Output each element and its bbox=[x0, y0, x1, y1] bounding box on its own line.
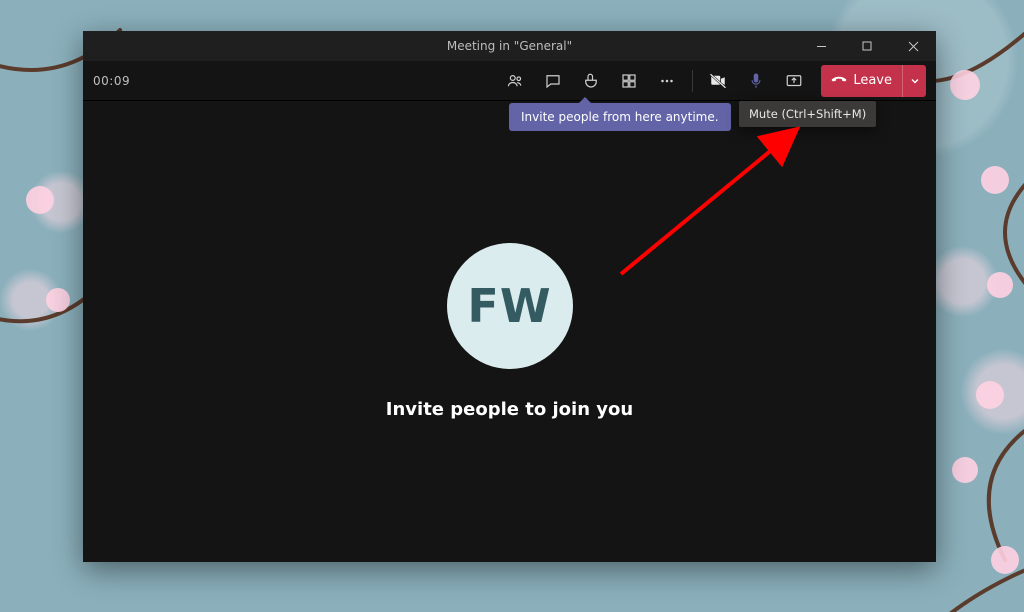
participants-button[interactable] bbox=[498, 64, 532, 98]
hang-up-icon bbox=[831, 71, 847, 91]
window-controls bbox=[798, 31, 936, 61]
meeting-toolbar: 00:09 bbox=[83, 61, 936, 101]
invite-callout-text: Invite people from here anytime. bbox=[521, 110, 719, 124]
meeting-window: Meeting in "General" 00:09 bbox=[83, 31, 936, 562]
window-titlebar: Meeting in "General" bbox=[83, 31, 936, 61]
reactions-button[interactable] bbox=[574, 64, 608, 98]
invite-message: Invite people to join you bbox=[386, 399, 633, 420]
chat-button[interactable] bbox=[536, 64, 570, 98]
rooms-button[interactable] bbox=[612, 64, 646, 98]
mute-tooltip-text: Mute (Ctrl+Shift+M) bbox=[749, 107, 866, 121]
more-actions-button[interactable] bbox=[650, 64, 684, 98]
window-maximize-button[interactable] bbox=[844, 31, 890, 61]
microphone-toggle-button[interactable] bbox=[739, 64, 773, 98]
window-close-button[interactable] bbox=[890, 31, 936, 61]
share-screen-button[interactable] bbox=[777, 64, 811, 98]
leave-button-chevron[interactable] bbox=[902, 65, 926, 97]
avatar: FW bbox=[447, 243, 573, 369]
toolbar-divider bbox=[692, 70, 693, 92]
meeting-stage: FW Invite people to join you bbox=[83, 101, 936, 562]
call-timer: 00:09 bbox=[93, 74, 130, 88]
leave-button-label: Leave bbox=[853, 73, 892, 88]
camera-toggle-button[interactable] bbox=[701, 64, 735, 98]
avatar-initials: FW bbox=[467, 279, 551, 333]
mute-tooltip: Mute (Ctrl+Shift+M) bbox=[739, 101, 876, 127]
leave-button[interactable]: Leave bbox=[821, 65, 926, 97]
invite-callout: Invite people from here anytime. bbox=[509, 103, 731, 131]
window-minimize-button[interactable] bbox=[798, 31, 844, 61]
